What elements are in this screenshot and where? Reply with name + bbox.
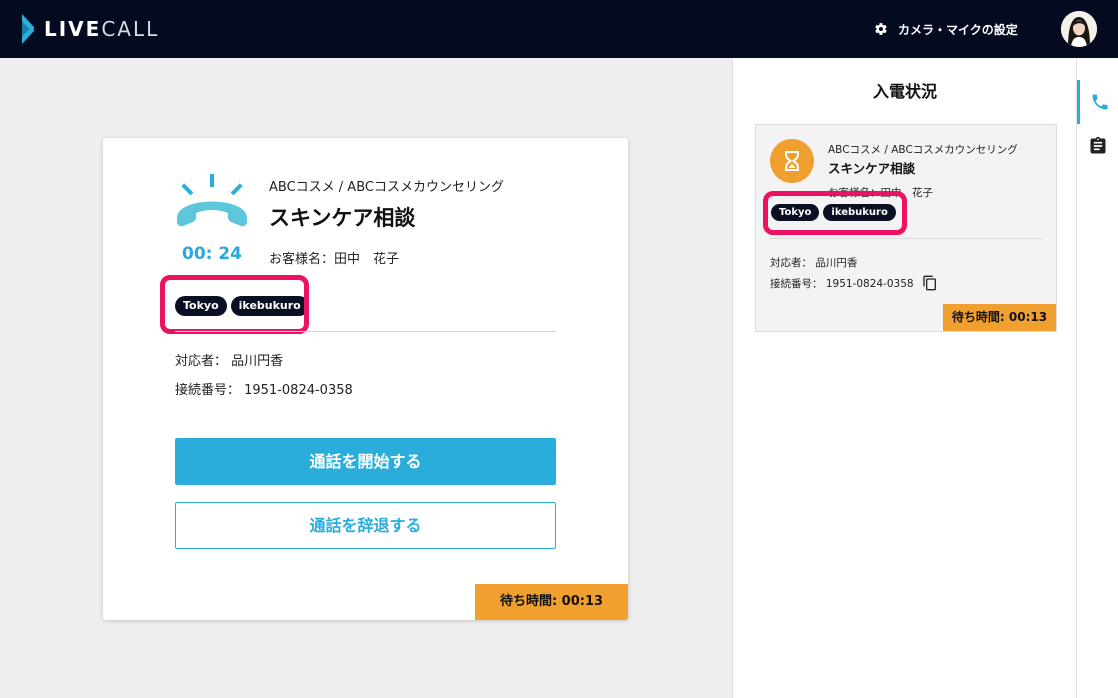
avatar-portrait-icon — [1061, 11, 1097, 47]
mini-company-name: ABCコスメ / ABCコスメカウンセリング — [828, 144, 1018, 156]
rail-tab-phone[interactable] — [1077, 80, 1118, 124]
start-call-button[interactable]: 通話を開始する — [175, 438, 556, 485]
decline-call-button[interactable]: 通話を辞退する — [175, 502, 556, 549]
mini-tag-highlight-box — [763, 191, 907, 235]
side-rail — [1076, 58, 1118, 698]
copy-icon[interactable] — [922, 275, 938, 291]
gear-icon — [875, 23, 887, 35]
panel-title: 入電状況 — [872, 82, 937, 101]
customer-name: お客様名：田中 花子 — [269, 252, 400, 267]
mini-service-title: スキンケア相談 — [828, 161, 916, 176]
mini-divider — [770, 238, 1042, 239]
logo-text: LIVECALL — [44, 17, 160, 41]
service-title: スキンケア相談 — [269, 206, 416, 230]
mini-connection-number: 接続番号： 1951-0824-0358 — [770, 277, 914, 290]
divider — [175, 331, 556, 332]
rail-tab-clipboard[interactable] — [1077, 124, 1118, 168]
connection-number: 接続番号： 1951-0824-0358 — [175, 383, 353, 398]
top-header: LIVECALL カメラ・マイクの設定 — [0, 0, 1118, 58]
hourglass-icon — [770, 139, 814, 183]
logo-mark-icon — [22, 14, 34, 44]
ringing-phone-icon — [177, 174, 247, 227]
mini-staff-info: 対応者： 品川円香 — [770, 257, 858, 269]
mini-wait-time-badge: 待ち時間: 00:13 — [943, 304, 1056, 331]
clipboard-icon — [1090, 136, 1106, 154]
incoming-call-card: 00: 24 ABCコスメ / ABCコスメカウンセリング スキンケア相談 お客… — [103, 138, 628, 620]
incoming-status-panel: 入電状況 ABCコスメ / ABCコスメカウンセリング スキンケア相談 お客様名… — [732, 58, 1076, 698]
staff-info: 対応者： 品川円香 — [175, 354, 284, 369]
user-avatar[interactable] — [1061, 11, 1097, 47]
tag-highlight-box — [160, 275, 309, 334]
livecall-logo[interactable]: LIVECALL — [20, 14, 159, 44]
settings-label: カメラ・マイクの設定 — [898, 22, 1018, 37]
wait-time-badge: 待ち時間: 00:13 — [475, 584, 628, 620]
phone-icon — [1092, 94, 1107, 110]
camera-mic-settings-button[interactable]: カメラ・マイクの設定 — [874, 18, 1018, 40]
call-timer: 00: 24 — [181, 244, 243, 264]
mini-connection-row: 接続番号： 1951-0824-0358 — [770, 275, 938, 291]
company-name: ABCコスメ / ABCコスメカウンセリング — [269, 180, 504, 195]
